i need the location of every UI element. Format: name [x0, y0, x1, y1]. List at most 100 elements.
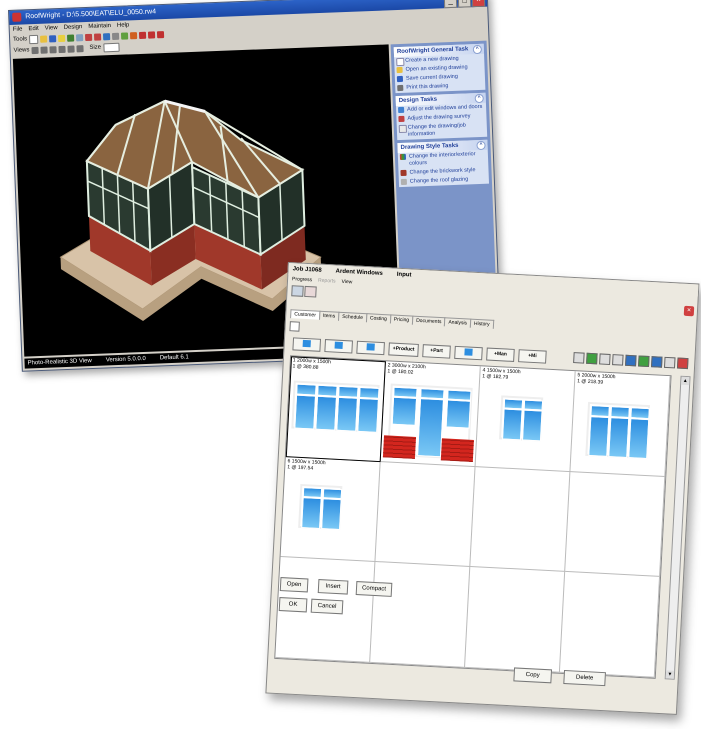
maximize-button[interactable]: □	[457, 0, 472, 8]
item-cell-1[interactable]: 1 2000w x 1500h 1 @ 380.88	[285, 356, 386, 462]
scroll-down-icon[interactable]: ▼	[665, 670, 675, 679]
tool-icon-6[interactable]	[638, 355, 650, 368]
tab-documents[interactable]: Documents	[411, 315, 446, 327]
help-icon[interactable]	[58, 34, 66, 43]
cancel-button[interactable]: Cancel	[310, 598, 344, 615]
add-man-button[interactable]: +Man	[486, 347, 515, 362]
menu-view[interactable]: View	[45, 23, 58, 33]
tab-schedule[interactable]: Schedule	[337, 311, 368, 323]
add-window-button[interactable]	[292, 337, 322, 352]
tab-pricing[interactable]: Pricing	[389, 314, 414, 325]
job-tabs: Customer Items Schedule Costing Pricing …	[290, 309, 494, 329]
insert-button[interactable]: Insert	[317, 579, 349, 595]
menu-file[interactable]: File	[13, 24, 23, 34]
window-drawing	[298, 483, 343, 530]
tool-icon-7[interactable]	[650, 356, 663, 368]
toolbar-icon-1[interactable]	[291, 285, 304, 297]
roof-icon[interactable]	[84, 33, 93, 42]
globe-icon[interactable]	[102, 33, 111, 41]
pencil-icon[interactable]	[93, 33, 102, 41]
tool-icon-8[interactable]	[663, 356, 676, 369]
copy-button[interactable]: Copy	[513, 667, 553, 684]
add-product-button[interactable]: +Product	[388, 342, 419, 357]
tool-icon-1[interactable]	[573, 352, 585, 364]
job-window: Job J1068 Ardent Windows Input Progress …	[265, 262, 700, 715]
close-button[interactable]: ×	[471, 0, 486, 8]
render-view-icon[interactable]	[67, 45, 75, 53]
measure-icon[interactable]	[120, 32, 129, 40]
empty-cell[interactable]	[465, 567, 566, 673]
plan-view-icon[interactable]	[31, 46, 39, 55]
delete-button[interactable]: Delete	[563, 670, 606, 687]
menu-edit[interactable]: Edit	[28, 24, 39, 34]
tab-customer[interactable]: Customer	[290, 309, 321, 320]
menu-view[interactable]: View	[341, 278, 352, 287]
item-price: 1 @ 218.39	[576, 378, 604, 386]
task-change-job-info[interactable]: Change the drawing/job information	[397, 121, 488, 140]
general-tasks-section: RoofWright General Task ^ Create a new dr…	[393, 43, 486, 94]
collapse-icon[interactable]: ^	[472, 44, 483, 55]
iso-view-icon[interactable]	[58, 45, 66, 54]
menu-progress[interactable]: Progress	[292, 275, 312, 284]
menu-help[interactable]: Help	[117, 20, 130, 30]
empty-cell[interactable]	[470, 466, 571, 573]
item-cell-4[interactable]: 5 2000w x 1500h 1 @ 218.39	[570, 371, 671, 477]
side-view-icon[interactable]	[49, 46, 57, 54]
empty-cell[interactable]	[375, 461, 476, 568]
empty-cell[interactable]	[370, 562, 471, 668]
add-frame-button[interactable]	[356, 340, 385, 356]
item-count-field[interactable]	[289, 321, 300, 332]
tab-items[interactable]: Items	[318, 310, 340, 321]
tool-icon-5[interactable]	[625, 354, 637, 367]
menu-reports[interactable]: Reports	[318, 277, 336, 286]
item-price: 1 @ 380.88	[292, 363, 319, 371]
ok-button[interactable]: OK	[278, 597, 308, 613]
open-button[interactable]: Open	[279, 577, 309, 593]
scroll-up-icon[interactable]: ▲	[681, 376, 690, 386]
size-dropdown[interactable]	[102, 42, 120, 53]
gear-icon[interactable]	[111, 32, 120, 41]
tool-icon-9[interactable]	[676, 357, 689, 370]
window-icon[interactable]	[67, 34, 75, 42]
sum-icon[interactable]	[612, 354, 624, 366]
door-icon[interactable]	[76, 34, 84, 42]
item-cell-5[interactable]: 6 1500w x 1500h 1 @ 197.54	[280, 456, 381, 563]
text-icon[interactable]	[76, 45, 84, 53]
job-close-button[interactable]: ×	[683, 305, 695, 317]
design-tasks-section: Design Tasks ^ Add or edit windows and do…	[395, 92, 488, 141]
tool-icon-3[interactable]	[599, 353, 611, 365]
save-icon[interactable]	[49, 35, 57, 43]
empty-cell[interactable]	[559, 572, 661, 678]
tab-analysis[interactable]: Analysis	[444, 317, 472, 328]
empty-cell[interactable]	[565, 471, 666, 578]
front-view-icon[interactable]	[40, 46, 48, 54]
undo-icon[interactable]	[138, 31, 147, 39]
menu-design[interactable]: Design	[63, 22, 83, 33]
add-mi-button[interactable]: +Mi	[518, 349, 547, 364]
status-version: Version 5.0.0.0	[105, 355, 146, 364]
tab-costing[interactable]: Costing	[365, 313, 392, 324]
add-part-button[interactable]: +Part	[422, 344, 451, 359]
tool-icon-2[interactable]	[586, 352, 598, 365]
new-icon[interactable]	[28, 34, 39, 45]
compact-button[interactable]: Compact	[355, 581, 393, 597]
tab-history[interactable]: History	[469, 318, 494, 329]
edit-icon[interactable]	[304, 285, 317, 298]
status-mode: Photo-Realistic 3D View	[27, 358, 92, 367]
redo-icon[interactable]	[147, 31, 156, 39]
brickwork	[382, 435, 417, 459]
star-icon[interactable]	[129, 32, 138, 40]
add-panel-button[interactable]	[454, 345, 483, 361]
add-door-button[interactable]	[324, 339, 353, 354]
open-icon[interactable]	[40, 35, 48, 43]
roof-glazing-icon	[400, 178, 408, 186]
menu-maintain[interactable]: Maintain	[88, 21, 111, 32]
item-cell-2[interactable]: 2 3000w x 2100h 1 @ 180.02	[380, 361, 481, 467]
rotate-icon[interactable]	[156, 31, 165, 39]
collapse-icon[interactable]: ^	[476, 140, 486, 151]
collapse-icon[interactable]: ^	[474, 93, 484, 104]
tools-label: Tools	[13, 36, 28, 43]
printer-icon	[397, 84, 404, 92]
item-cell-3[interactable]: 4 1500w x 1500h 1 @ 182.79	[475, 366, 576, 472]
minimize-button[interactable]: _	[443, 0, 458, 9]
